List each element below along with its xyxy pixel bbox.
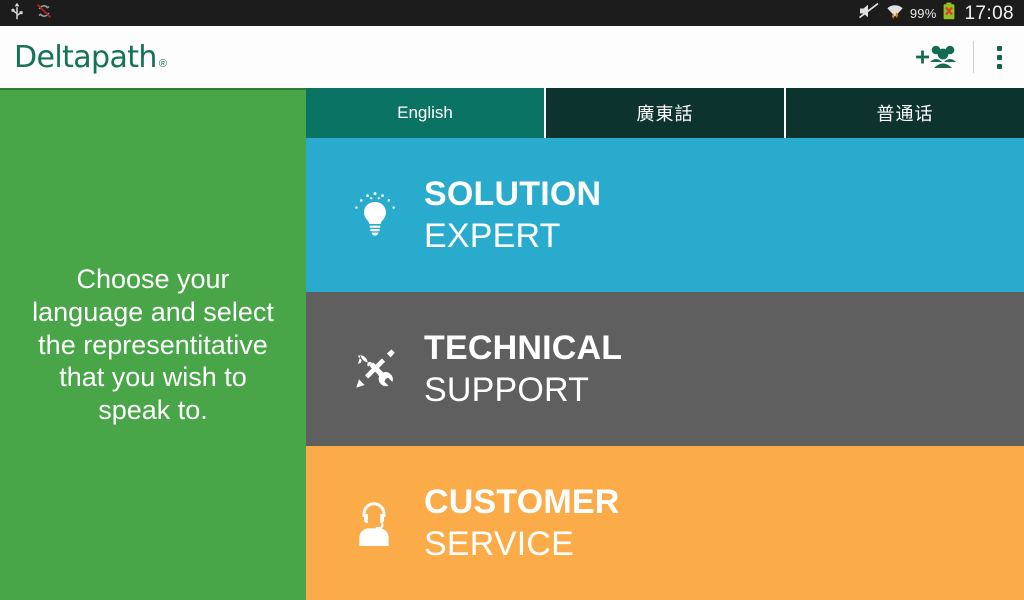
- option-technical-support-title: TECHNICAL: [424, 329, 623, 367]
- tab-mandarin-label: 普通话: [876, 104, 934, 124]
- option-solution-expert-labels: SOLUTION EXPERT: [424, 177, 601, 253]
- language-tab-bar: English 廣東話 普通话: [306, 88, 1024, 138]
- option-customer-service-title: CUSTOMER: [424, 483, 620, 521]
- option-customer-service[interactable]: CUSTOMER SERVICE: [306, 446, 1024, 600]
- overflow-menu-button[interactable]: [984, 34, 1014, 80]
- deltapath-logo: Deltapath ®: [0, 40, 167, 75]
- option-technical-support-subtitle: SUPPORT: [424, 371, 590, 409]
- volume-mute-icon: [858, 2, 880, 25]
- add-group-button[interactable]: [905, 34, 969, 80]
- app-header-bar: Deltapath ®: [0, 26, 1024, 88]
- tab-cantonese-label: 廣東話: [636, 104, 694, 124]
- selection-column: English 廣東話 普通话 SOLUTION EXPERT TECHNICA…: [306, 88, 1024, 600]
- option-solution-expert-subtitle: EXPERT: [424, 217, 561, 255]
- logo-registered-mark: ®: [158, 57, 167, 70]
- option-customer-service-labels: CUSTOMER SERVICE: [424, 485, 620, 561]
- main-content: Choose your language and select the repr…: [0, 88, 1024, 600]
- instructions-text: Choose your language and select the repr…: [32, 263, 274, 426]
- wifi-icon: [886, 2, 904, 25]
- status-bar-clock: 17:08: [964, 2, 1014, 24]
- headset-agent-icon: [348, 499, 402, 547]
- status-bar-left-icons: [0, 2, 52, 25]
- status-bar-right-icons: 99% 17:08: [858, 2, 1024, 25]
- header-divider: [973, 41, 974, 73]
- overflow-menu-icon: [996, 63, 1002, 69]
- tab-english[interactable]: English: [306, 88, 544, 138]
- overflow-menu-icon: [996, 54, 1002, 60]
- option-technical-support[interactable]: TECHNICAL SUPPORT: [306, 292, 1024, 446]
- tools-icon: [348, 347, 402, 391]
- app-header-actions: [905, 34, 1024, 80]
- instructions-panel: Choose your language and select the repr…: [0, 88, 306, 600]
- add-group-icon: [916, 45, 956, 68]
- sync-disabled-icon: [36, 3, 52, 24]
- app-screen: 99% 17:08 Deltapath ® Choose your langua…: [0, 0, 1024, 600]
- option-solution-expert-title: SOLUTION: [424, 175, 602, 213]
- usb-icon: [10, 2, 24, 25]
- android-status-bar: 99% 17:08: [0, 0, 1024, 26]
- tab-cantonese[interactable]: 廣東話: [544, 88, 784, 138]
- option-technical-support-labels: TECHNICAL SUPPORT: [424, 331, 622, 407]
- logo-wordmark: Deltapath: [14, 39, 157, 75]
- battery-percent-label: 99%: [909, 5, 937, 21]
- option-solution-expert[interactable]: SOLUTION EXPERT: [306, 138, 1024, 292]
- overflow-menu-icon: [996, 45, 1002, 51]
- lightbulb-icon: [348, 191, 402, 239]
- option-customer-service-subtitle: SERVICE: [424, 525, 575, 563]
- tab-mandarin[interactable]: 普通话: [784, 88, 1024, 138]
- battery-error-icon: [942, 2, 956, 25]
- tab-english-label: English: [397, 103, 453, 122]
